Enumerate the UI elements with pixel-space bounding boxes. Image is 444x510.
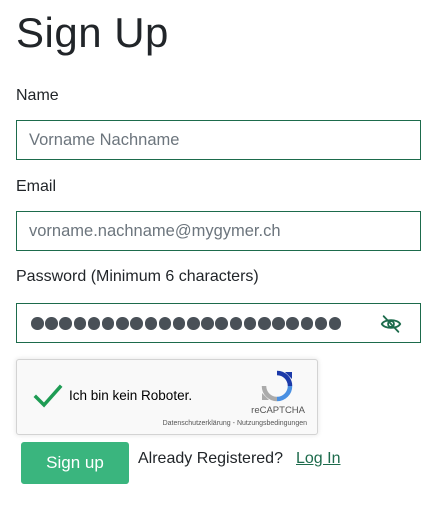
password-mask-dot: [258, 317, 271, 330]
password-mask-dot: [215, 317, 228, 330]
recaptcha-links: Datenschutzerklärung - Nutzungsbedingung…: [163, 420, 307, 427]
password-mask-dot: [87, 317, 101, 330]
password-mask-dot: [172, 317, 186, 330]
password-mask-dot: [201, 317, 214, 330]
recaptcha-widget: Ich bin kein Roboter. reCAPTCHA Datensch…: [16, 359, 318, 435]
recaptcha-brand: reCAPTCHA: [251, 405, 305, 416]
password-mask-dot: [31, 317, 44, 330]
password-mask-dot: [314, 317, 328, 330]
name-field[interactable]: [16, 120, 421, 160]
password-mask-dot: [45, 317, 58, 330]
name-label: Name: [16, 87, 59, 104]
password-mask-dot: [300, 317, 314, 330]
password-label: Password (Minimum 6 characters): [16, 268, 259, 285]
password-mask-dot: [243, 317, 257, 330]
terms-link[interactable]: Nutzungsbedingungen: [237, 420, 307, 427]
name-input[interactable]: [17, 121, 420, 159]
recaptcha-label: Ich bin kein Roboter.: [69, 388, 193, 403]
password-mask-dot: [73, 317, 87, 330]
checkmark-icon[interactable]: [31, 379, 65, 413]
password-mask-dot: [130, 317, 143, 330]
password-mask-dot: [272, 317, 285, 330]
password-field[interactable]: [16, 303, 421, 343]
password-mask-dot: [158, 317, 172, 330]
password-mask-dot: [328, 317, 342, 330]
email-label: Email: [16, 178, 57, 195]
login-link[interactable]: Log In: [296, 450, 340, 468]
email-input[interactable]: [17, 212, 420, 250]
password-mask-dot: [286, 317, 299, 330]
password-masked-value[interactable]: [31, 317, 342, 330]
email-field[interactable]: [16, 211, 421, 251]
recaptcha-logo-icon: [261, 370, 293, 402]
eye-off-icon[interactable]: [380, 313, 402, 335]
password-mask-dot: [187, 317, 200, 330]
password-mask-dot: [101, 317, 115, 330]
page-title: Sign Up: [16, 9, 169, 56]
password-mask-dot: [116, 317, 129, 330]
already-registered-text: Already Registered?: [138, 450, 283, 467]
password-mask-dot: [229, 317, 243, 330]
password-mask-dot: [144, 317, 157, 330]
privacy-link[interactable]: Datenschutzerklärung: [163, 420, 231, 427]
signup-button[interactable]: Sign up: [21, 442, 129, 484]
password-mask-dot: [59, 317, 72, 330]
